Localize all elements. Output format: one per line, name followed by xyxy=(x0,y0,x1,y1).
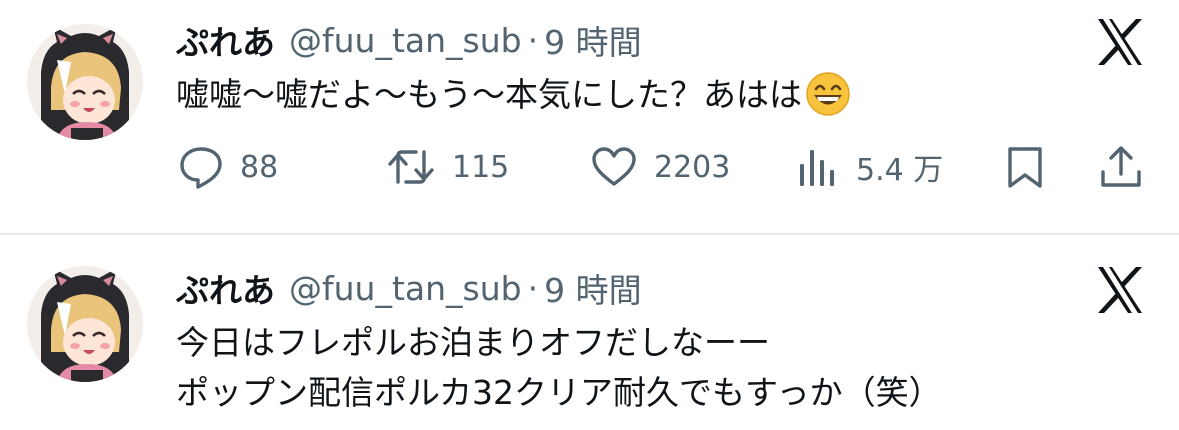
tweet-header: ぷれあ @fuu_tan_sub · 9 時間 xyxy=(176,264,642,312)
reply-icon xyxy=(180,147,222,189)
tweet-text-line: ポップン配信ポルカ32クリア耐久でもすっか（笑） xyxy=(176,373,942,412)
tweet-text: 今日はフレポルお泊まりオフだしなーー ポップン配信ポルカ32クリア耐久でもすっか… xyxy=(176,318,942,418)
bookmark-button[interactable] xyxy=(1004,140,1046,194)
views-button[interactable]: 5.4 万 xyxy=(796,140,943,194)
share-button[interactable] xyxy=(1098,140,1144,194)
tweet-text: 嘘嘘〜嘘だよ〜もう〜本気にした？あはは xyxy=(176,70,850,120)
reply-count: 88 xyxy=(240,149,279,185)
user-handle[interactable]: @fuu_tan_sub xyxy=(289,21,522,60)
timestamp[interactable]: 9 時間 xyxy=(544,264,642,312)
tweet-text-line: 今日はフレポルお泊まりオフだしなーー xyxy=(176,323,770,362)
bookmark-icon xyxy=(1008,147,1042,188)
cat-ear-hood-avatar-icon xyxy=(27,266,143,382)
share-icon xyxy=(1101,146,1141,187)
cat-ear-hood-avatar-icon xyxy=(27,24,143,140)
tweet-header: ぷれあ @fuu_tan_sub · 9 時間 xyxy=(176,16,642,64)
separator: · xyxy=(527,20,539,60)
x-logo-icon xyxy=(1094,16,1146,68)
display-name[interactable]: ぷれあ xyxy=(176,16,275,64)
retweet-button[interactable]: 115 xyxy=(386,140,509,194)
like-icon xyxy=(592,147,636,186)
user-handle[interactable]: @fuu_tan_sub xyxy=(289,269,522,308)
retweet-icon xyxy=(388,150,434,184)
views-count: 5.4 万 xyxy=(856,153,944,188)
x-logo-icon xyxy=(1094,264,1146,316)
tweet-text-line: 嘘嘘〜嘘だよ〜もう〜本気にした？あはは xyxy=(176,70,850,120)
avatar[interactable] xyxy=(27,24,143,140)
display-name[interactable]: ぷれあ xyxy=(176,264,275,312)
separator: · xyxy=(527,268,539,308)
tweet-actions: 88 115 2203 5.4 万 xyxy=(176,140,1156,194)
tweet[interactable]: ぷれあ @fuu_tan_sub · 9 時間 今日はフレポルお泊まりオフだしな… xyxy=(0,236,1179,430)
avatar[interactable] xyxy=(27,266,143,382)
retweet-count: 115 xyxy=(452,149,510,185)
reply-button[interactable]: 88 xyxy=(178,140,278,194)
like-count: 2203 xyxy=(654,149,731,185)
views-icon xyxy=(800,150,834,186)
timestamp[interactable]: 9 時間 xyxy=(544,16,642,64)
tweet-divider xyxy=(0,233,1179,235)
like-button[interactable]: 2203 xyxy=(590,140,730,194)
tweet[interactable]: ぷれあ @fuu_tan_sub · 9 時間 嘘嘘〜嘘だよ〜もう〜本気にした？… xyxy=(0,0,1179,234)
grinning-face-emoji-icon xyxy=(806,71,850,116)
